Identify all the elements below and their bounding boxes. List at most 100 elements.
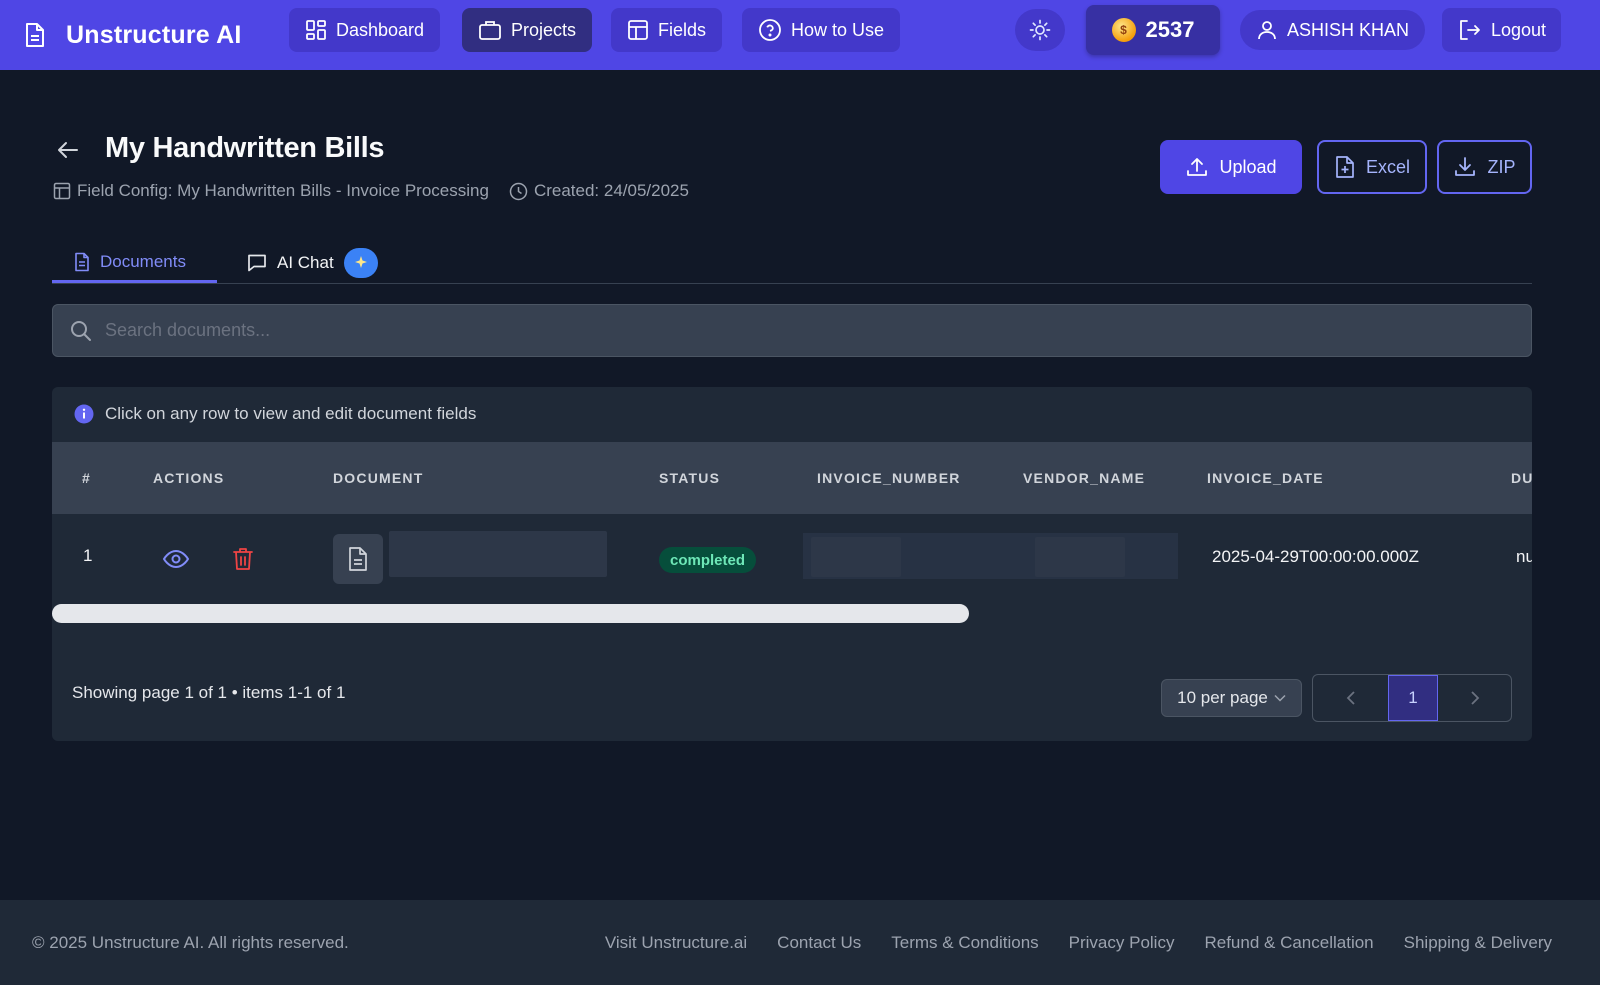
user-name: ASHISH KHAN [1287, 19, 1410, 40]
document-thumbnail[interactable] [333, 534, 383, 584]
status-badge: completed [659, 547, 757, 573]
download-icon [1453, 155, 1477, 179]
footer-link-visit[interactable]: Visit Unstructure.ai [605, 933, 747, 953]
pagination-summary: Showing page 1 of 1 • items 1-1 of 1 [72, 683, 346, 702]
per-page-value: 10 per page [1177, 688, 1268, 707]
footer-links: Visit Unstructure.ai Contact Us Terms & … [605, 933, 1552, 953]
config-table-icon [53, 182, 71, 200]
nav-how-to-use-label: How to Use [791, 19, 885, 40]
table-header: # ACTIONS DOCUMENT STATUS INVOICE_NUMBER… [52, 442, 1532, 514]
clock-icon [509, 182, 528, 201]
upload-button[interactable]: Upload [1160, 140, 1302, 194]
tab-documents-label: Documents [100, 251, 186, 271]
footer-link-shipping[interactable]: Shipping & Delivery [1404, 933, 1552, 953]
tabs-divider [52, 283, 1532, 284]
chevron-left-icon [1346, 690, 1356, 706]
redacted-vendor-name [1035, 537, 1125, 577]
tab-documents[interactable]: Documents [52, 243, 217, 283]
nav-projects-label: Projects [511, 19, 577, 40]
created-date: Created: 24/05/2025 [533, 181, 689, 200]
column-header-invoice-number[interactable]: INVOICE_NUMBER [817, 470, 961, 486]
table-icon [627, 19, 649, 41]
copyright-text: © 2025 Unstructure AI. All rights reserv… [32, 933, 349, 952]
brand[interactable]: Unstructure AI [24, 0, 242, 70]
footer-link-refund[interactable]: Refund & Cancellation [1204, 933, 1373, 953]
nav-fields-label: Fields [658, 19, 707, 40]
info-icon [74, 404, 94, 424]
tab-ai-chat[interactable]: AI Chat [247, 243, 378, 283]
eye-icon [162, 549, 190, 569]
upload-icon [1185, 155, 1209, 179]
briefcase-icon [478, 19, 502, 41]
info-text: Click on any row to view and edit docume… [105, 404, 477, 423]
document-icon [74, 252, 90, 272]
nav-projects-button[interactable]: Projects [462, 8, 593, 52]
column-header-index: # [82, 470, 91, 486]
delete-button[interactable] [227, 543, 259, 575]
view-button[interactable] [160, 543, 192, 575]
prev-page-button[interactable] [1313, 675, 1388, 721]
footer-link-privacy[interactable]: Privacy Policy [1069, 933, 1175, 953]
search-input[interactable] [105, 320, 1531, 341]
column-header-status: STATUS [659, 470, 721, 486]
logout-label: Logout [1491, 19, 1547, 40]
column-header-invoice-date[interactable]: INVOICE_DATE [1207, 470, 1324, 486]
user-icon [1256, 19, 1278, 41]
dashboard-icon [305, 19, 327, 41]
user-profile-button[interactable]: ASHISH KHAN [1240, 10, 1426, 50]
export-excel-button[interactable]: Excel [1317, 140, 1427, 194]
theme-toggle-button[interactable] [1015, 9, 1065, 51]
invoice-date-cell: 2025-04-29T00:00:00.000Z [1212, 547, 1419, 566]
field-config-text: Field Config: My Handwritten Bills - Inv… [77, 181, 489, 200]
tab-ai-chat-label: AI Chat [277, 253, 334, 272]
horizontal-scrollbar[interactable] [52, 604, 969, 623]
sun-icon [1029, 19, 1051, 41]
column-header-actions: ACTIONS [153, 470, 225, 486]
file-plus-icon [1334, 155, 1356, 179]
column-header-document: DOCUMENT [333, 470, 424, 486]
help-icon [758, 18, 782, 42]
logout-icon [1458, 19, 1482, 41]
page-1-button[interactable]: 1 [1388, 675, 1438, 721]
nav-dashboard-button[interactable]: Dashboard [289, 8, 441, 52]
upload-label: Upload [1219, 156, 1277, 177]
nav-how-to-use-button[interactable]: How to Use [742, 8, 901, 52]
info-banner: Click on any row to view and edit docume… [74, 404, 476, 424]
column-header-vendor-name[interactable]: VENDOR_NAME [1023, 470, 1145, 486]
footer-link-contact[interactable]: Contact Us [777, 933, 861, 953]
pagination: 1 [1312, 674, 1512, 722]
search-bar [52, 304, 1532, 357]
table-row[interactable]: 1 completed 2025-04-29T00:00:00.000Z nu [52, 514, 1532, 599]
project-meta: Field Config: My Handwritten Bills - Inv… [53, 181, 689, 201]
next-page-button[interactable] [1438, 675, 1511, 721]
zip-label: ZIP [1487, 156, 1516, 177]
nav-fields-button[interactable]: Fields [611, 8, 723, 52]
sparkle-icon [343, 248, 378, 278]
credits-value: 2537 [1145, 17, 1195, 42]
logout-button[interactable]: Logout [1442, 8, 1561, 52]
excel-label: Excel [1365, 156, 1410, 177]
download-zip-button[interactable]: ZIP [1437, 140, 1532, 194]
redacted-document-name [389, 531, 607, 577]
top-navbar: Unstructure AI Dashboard Projects Fields… [0, 0, 1600, 70]
redacted-invoice-number [811, 537, 901, 577]
nav-dashboard-label: Dashboard [336, 19, 425, 40]
search-icon [69, 319, 93, 343]
trash-icon [232, 547, 254, 571]
row-index: 1 [83, 546, 93, 565]
credits-counter[interactable]: $ 2537 [1086, 5, 1220, 55]
per-page-select[interactable]: 10 per page [1161, 679, 1302, 717]
chevron-right-icon [1470, 690, 1480, 706]
page-title: My Handwritten Bills [105, 132, 385, 164]
document-logo-icon [24, 22, 46, 48]
coin-icon: $ [1111, 18, 1136, 42]
footer-link-terms[interactable]: Terms & Conditions [891, 933, 1038, 953]
documents-table-card: Click on any row to view and edit docume… [52, 387, 1532, 741]
file-icon [347, 546, 369, 572]
footer: © 2025 Unstructure AI. All rights reserv… [0, 900, 1600, 985]
back-arrow-icon[interactable] [55, 137, 81, 163]
chevron-down-icon [1274, 694, 1286, 702]
column-header-due[interactable]: DU [1511, 470, 1532, 486]
brand-title: Unstructure AI [66, 20, 242, 49]
due-cell: nu [1516, 547, 1532, 566]
